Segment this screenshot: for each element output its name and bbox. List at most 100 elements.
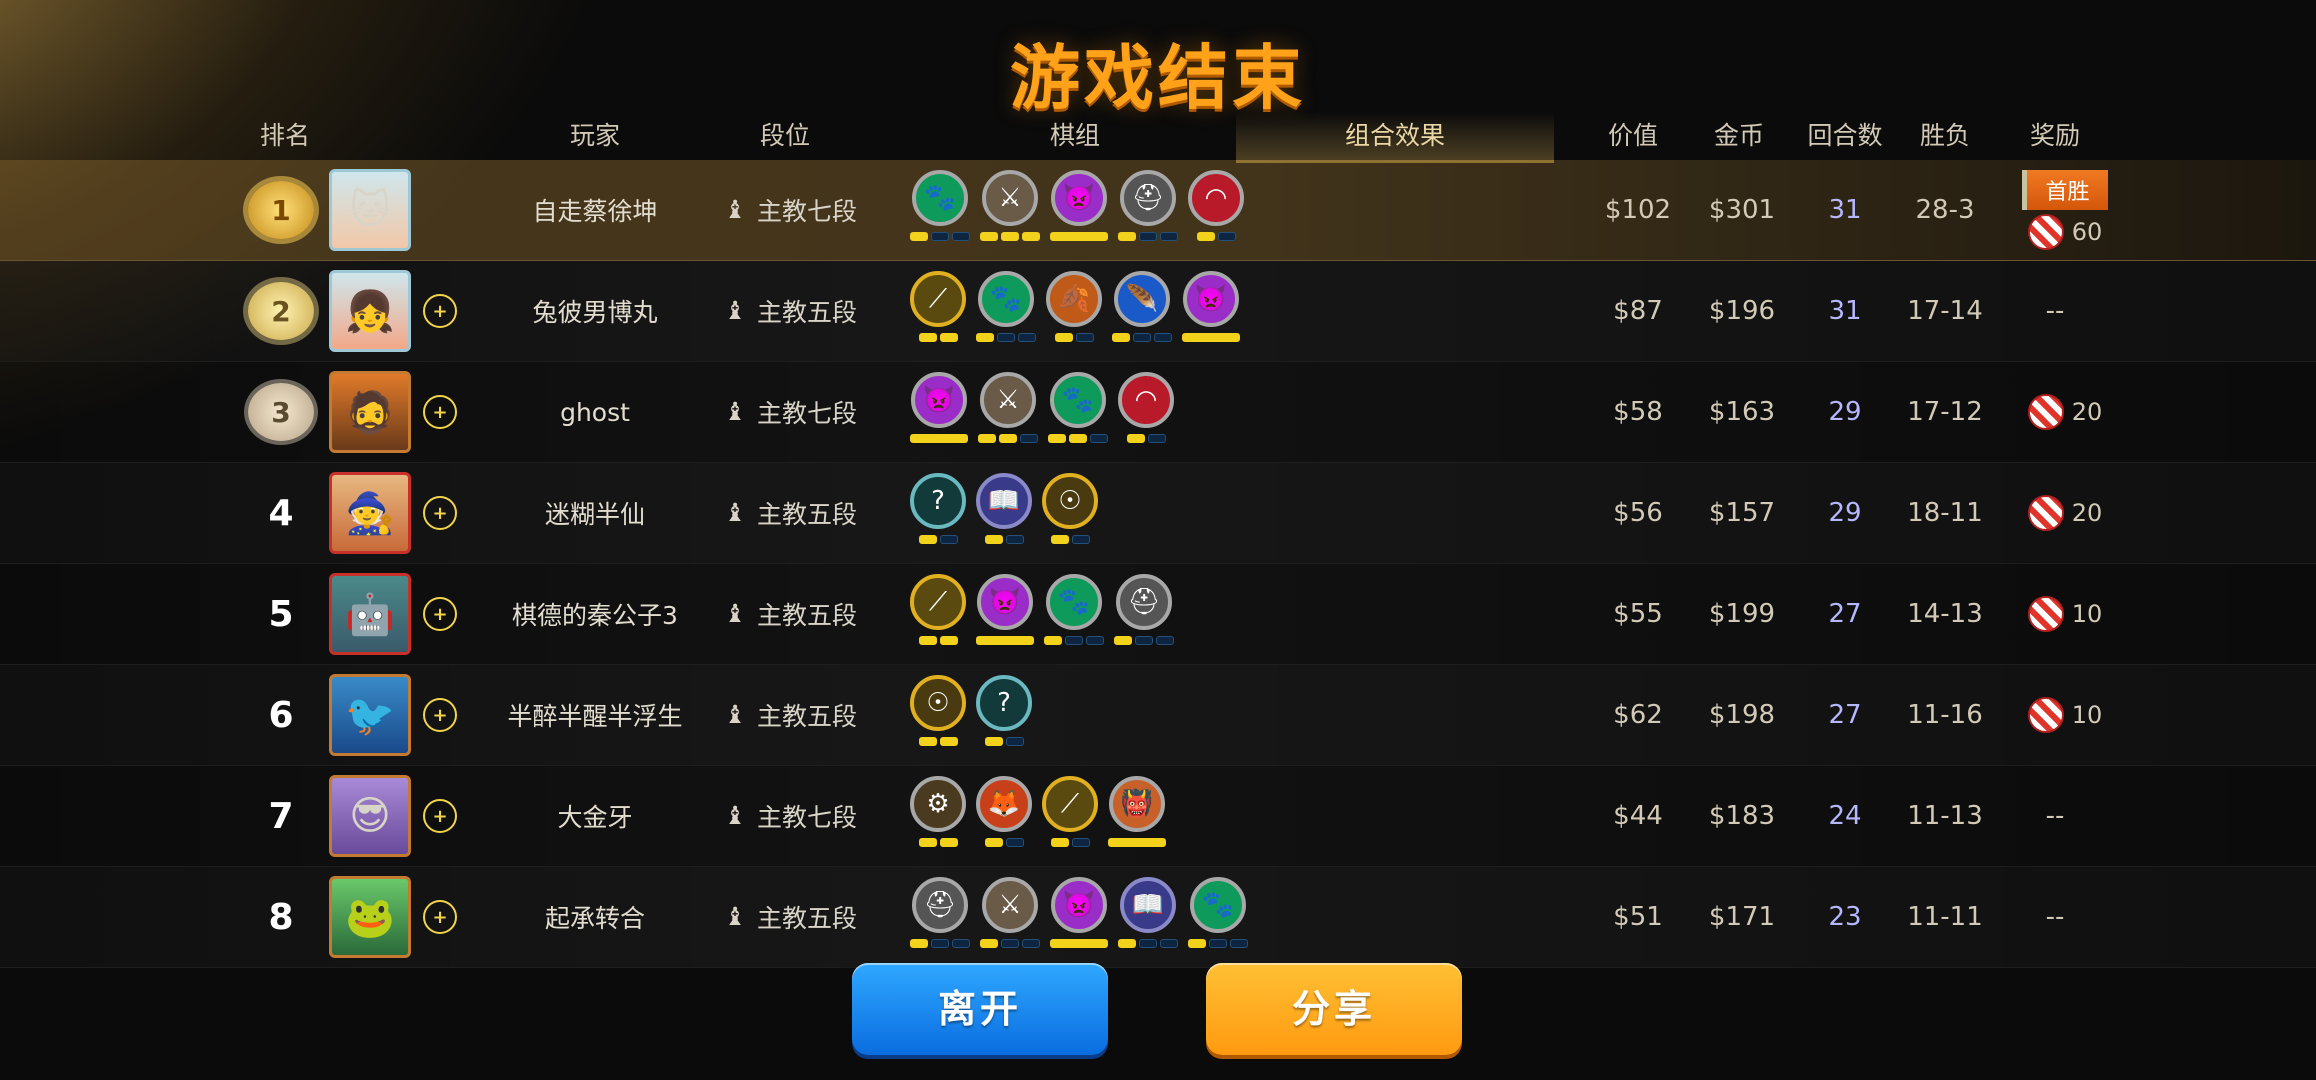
value-amount: $55	[1613, 599, 1663, 629]
reward-amount: 60	[2071, 218, 2103, 246]
paw-icon[interactable]: 🐾	[912, 170, 968, 226]
synergy-list: 🐾 ⚔ 👿 ⛑ ◠	[910, 170, 1244, 241]
hook-icon[interactable]: ?	[976, 675, 1032, 731]
reward-amount: --	[2045, 296, 2065, 326]
arch-icon[interactable]: ◠	[1188, 170, 1244, 226]
add-friend-icon[interactable]: +	[423, 698, 457, 732]
avatar[interactable]: 🐱	[329, 169, 411, 251]
add-friend-icon[interactable]: +	[423, 395, 457, 429]
table-row: 8 🐸 + 起承转合 ♝ 主教五段 ⛑ ⚔ 👿 📖 🐾 $51 $171 23 1…	[0, 867, 2316, 968]
tier-label: 主教五段	[756, 601, 857, 630]
reward-amount: 10	[2071, 701, 2103, 729]
avatar[interactable]: 🤖	[329, 573, 411, 655]
player-name[interactable]: 大金牙	[557, 798, 632, 834]
add-friend-icon[interactable]: +	[423, 900, 457, 934]
candy-icon	[2027, 394, 2064, 430]
avatar[interactable]: 🧔	[329, 371, 411, 453]
win-loss: 11-13	[1907, 801, 1983, 831]
results-table: 1 🐱 自走蔡徐坤 ♝ 主教七段 🐾 ⚔ 👿 ⛑ ◠ $102 $301 31 2…	[0, 160, 2316, 968]
tier-label: 主教七段	[756, 803, 857, 832]
player-name[interactable]: 自走蔡徐坤	[532, 192, 657, 228]
page-title: 游戏结束	[1010, 37, 1306, 119]
header-gold: 金币	[1713, 121, 1764, 150]
rounds-count: 29	[1828, 397, 1862, 427]
avatar[interactable]: 🐸	[329, 876, 411, 958]
header-reward: 奖励	[2029, 121, 2080, 150]
gear-icon[interactable]: ⚙	[910, 776, 966, 832]
player-name[interactable]: 兔彼男博丸	[532, 293, 657, 329]
player-name[interactable]: 半醉半醒半浮生	[507, 697, 682, 733]
share-button[interactable]: 分享	[1206, 963, 1462, 1055]
paw-icon[interactable]: 🐾	[1190, 877, 1246, 933]
win-loss: 11-16	[1907, 700, 1983, 730]
paw-icon[interactable]: 🐾	[1050, 372, 1106, 428]
spirit-icon[interactable]: ☉	[1042, 473, 1098, 529]
value-amount: $44	[1613, 801, 1663, 831]
orc-icon[interactable]: 👹	[1109, 776, 1165, 832]
add-friend-icon[interactable]: +	[423, 294, 457, 328]
header-rank: 排名	[259, 121, 310, 150]
axe-icon[interactable]: ⚔	[982, 170, 1038, 226]
demon-icon[interactable]: 👿	[911, 372, 967, 428]
demon-icon[interactable]: 👿	[1051, 170, 1107, 226]
claw-icon[interactable]: ⟋	[1042, 776, 1098, 832]
first-win-flag: 首胜	[2022, 170, 2108, 210]
leaf-icon[interactable]: 🍂	[1046, 271, 1102, 327]
win-loss: 14-13	[1907, 599, 1983, 629]
rank-number: 5	[268, 593, 294, 635]
leave-button[interactable]: 离开	[852, 963, 1108, 1055]
table-row: 1 🐱 自走蔡徐坤 ♝ 主教七段 🐾 ⚔ 👿 ⛑ ◠ $102 $301 31 2…	[0, 160, 2316, 261]
avatar[interactable]: 🐦	[329, 674, 411, 756]
tab-synergy[interactable]: 组合效果	[1236, 112, 1554, 163]
wing-icon[interactable]: 🪶	[1114, 271, 1170, 327]
claw-icon[interactable]: ⟋	[910, 574, 966, 630]
table-row: 6 🐦 + 半醉半醒半浮生 ♝ 主教五段 ☉ ? $62 $198 27 11-1…	[0, 665, 2316, 766]
player-name[interactable]: 棋德的秦公子3	[512, 596, 678, 632]
tab-lineup[interactable]: 棋组	[1030, 112, 1120, 160]
tier-label: 主教七段	[756, 399, 857, 428]
synergy-list: ⟋ 👿 🐾 ⛑	[910, 574, 1174, 645]
spirit-icon[interactable]: ☉	[910, 675, 966, 731]
demon-icon[interactable]: 👿	[1183, 271, 1239, 327]
add-friend-icon[interactable]: +	[423, 496, 457, 530]
player-name[interactable]: 起承转合	[545, 899, 645, 935]
axe-icon[interactable]: ⚔	[980, 372, 1036, 428]
claw-icon[interactable]: ⟋	[910, 271, 966, 327]
win-loss: 17-12	[1907, 397, 1983, 427]
knight-icon[interactable]: ⛑	[1116, 574, 1172, 630]
paw-icon[interactable]: 🐾	[1046, 574, 1102, 630]
add-friend-icon[interactable]: +	[423, 597, 457, 631]
gold-amount: $163	[1708, 397, 1776, 427]
synergy-list: 👿 ⚔ 🐾 ◠	[910, 372, 1174, 443]
bishop-icon: ♝	[723, 599, 747, 628]
player-name[interactable]: 迷糊半仙	[545, 495, 645, 531]
avatar[interactable]: 😎	[329, 775, 411, 857]
add-friend-icon[interactable]: +	[423, 799, 457, 833]
paw-icon[interactable]: 🐾	[978, 271, 1034, 327]
book-icon[interactable]: 📖	[976, 473, 1032, 529]
player-name[interactable]: ghost	[560, 398, 630, 427]
knight-icon[interactable]: ⛑	[912, 877, 968, 933]
rank-number: 8	[268, 896, 294, 938]
candy-icon	[2027, 214, 2064, 250]
arch-icon[interactable]: ◠	[1118, 372, 1174, 428]
value-amount: $58	[1613, 397, 1663, 427]
synergy-list: ⚙ 🦊 ⟋ 👹	[910, 776, 1166, 847]
avatar[interactable]: 🧙	[329, 472, 411, 554]
value-amount: $51	[1613, 902, 1663, 932]
rounds-count: 27	[1828, 700, 1862, 730]
hook-icon[interactable]: ?	[910, 473, 966, 529]
knight-icon[interactable]: ⛑	[1120, 170, 1176, 226]
demon-icon[interactable]: 👿	[977, 574, 1033, 630]
avatar[interactable]: 👧	[329, 270, 411, 352]
gold-amount: $301	[1708, 195, 1776, 225]
axe-icon[interactable]: ⚔	[982, 877, 1038, 933]
tier-label: 主教五段	[756, 298, 857, 327]
header-value: 价值	[1607, 121, 1658, 150]
book-icon[interactable]: 📖	[1120, 877, 1176, 933]
header-record: 胜负	[1919, 121, 1970, 150]
rank-number: 4	[268, 492, 294, 534]
bishop-icon: ♝	[723, 902, 747, 931]
fox-icon[interactable]: 🦊	[976, 776, 1032, 832]
demon-icon[interactable]: 👿	[1051, 877, 1107, 933]
